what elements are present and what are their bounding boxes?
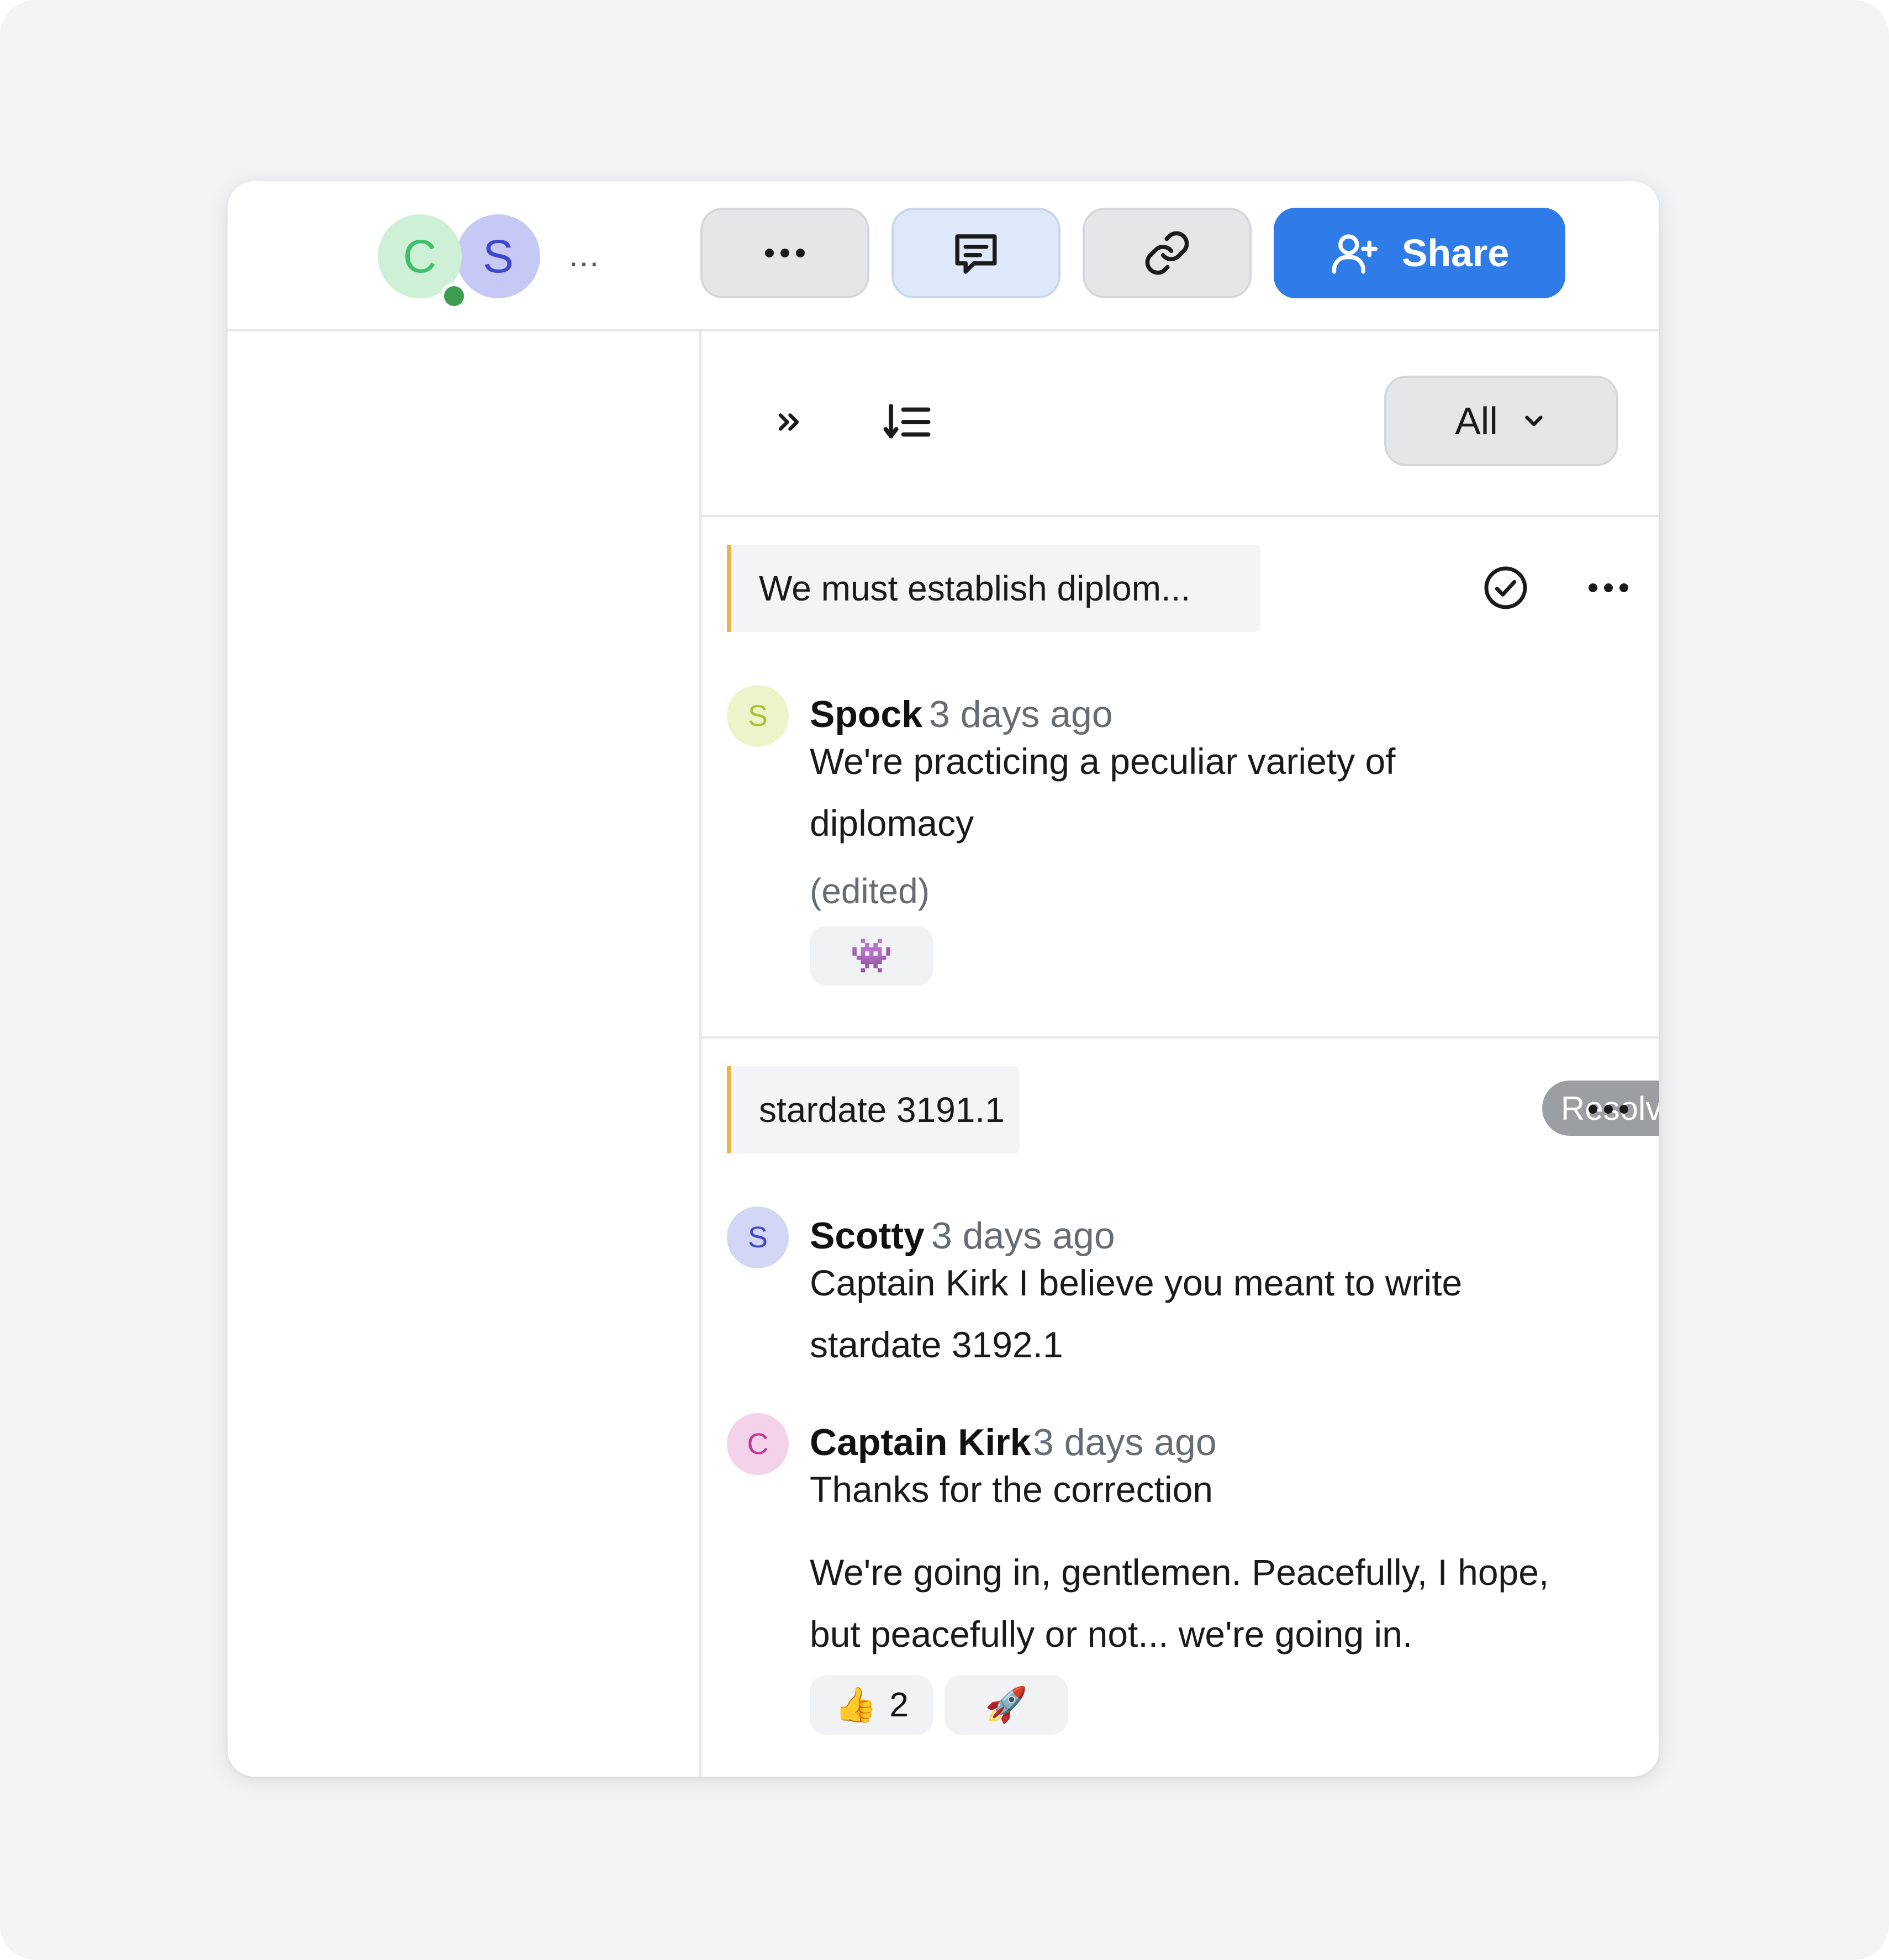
- avatar[interactable]: S: [727, 685, 789, 747]
- avatar[interactable]: C: [727, 1413, 789, 1475]
- double-chevron-right-icon: [778, 413, 799, 431]
- comment: C Captain Kirk 3 days ago Thanks for the…: [727, 1413, 1611, 1756]
- comment-body-line: We're practicing a peculiar variety of: [810, 741, 1396, 782]
- avatar-initial: S: [747, 1221, 768, 1254]
- comment-author[interactable]: Captain Kirk: [810, 1421, 1031, 1464]
- thumbs-up-emoji: 👍: [835, 1685, 878, 1724]
- comment-timestamp: 3 days ago: [1033, 1421, 1217, 1463]
- reaction-count: 2: [889, 1685, 909, 1724]
- thread-menu-button[interactable]: [1575, 555, 1642, 621]
- edited-label: (edited): [810, 871, 930, 911]
- sort-button[interactable]: [874, 389, 940, 455]
- add-user-icon: [1332, 234, 1378, 274]
- avatar-initial: C: [403, 230, 437, 282]
- comment: S Spock 3 days ago We're practicing a pe…: [727, 685, 1611, 994]
- quoted-text[interactable]: stardate 3191.1: [727, 1066, 1020, 1153]
- comments-toolbar: All: [701, 329, 1659, 517]
- check-circle-icon: [1484, 566, 1527, 609]
- thread-menu-button[interactable]: [1575, 1076, 1642, 1142]
- chevron-down-icon: [1525, 415, 1543, 426]
- comment-body-line: Thanks for the correction: [810, 1469, 1213, 1510]
- comment-icon: [955, 234, 997, 274]
- reaction-chip[interactable]: 🚀: [944, 1675, 1068, 1735]
- quoted-text[interactable]: We must establish diplom...: [727, 545, 1260, 632]
- comment-timestamp: 3 days ago: [931, 1215, 1115, 1257]
- collapse-panel-button[interactable]: [756, 389, 822, 455]
- comment-body-line: Captain Kirk I believe you meant to writ…: [810, 1262, 1463, 1303]
- copy-link-button[interactable]: [1083, 208, 1252, 298]
- more-horizontal-icon: [765, 249, 805, 257]
- avatar[interactable]: S: [727, 1206, 789, 1268]
- filter-selected-value: All: [1455, 399, 1498, 442]
- reaction-chip[interactable]: 👍 2: [810, 1675, 933, 1735]
- more-collaborators[interactable]: ...: [569, 239, 613, 272]
- share-button[interactable]: Share: [1274, 208, 1565, 298]
- comment-author[interactable]: Spock: [810, 693, 922, 736]
- comments-button[interactable]: [891, 208, 1060, 298]
- comments-card: C S ... Share All We must establish dipl…: [228, 181, 1659, 1777]
- more-options-button[interactable]: [700, 208, 869, 298]
- resolve-button[interactable]: [1473, 555, 1539, 621]
- comment-filter-select[interactable]: All: [1384, 376, 1618, 466]
- comment-thread: stardate 3191.1 Resolved S Scotty 3 days…: [701, 1039, 1659, 1777]
- comment-body-line: stardate 3192.1: [810, 1324, 1063, 1365]
- alien-monster-emoji: 👾: [850, 936, 893, 975]
- more-horizontal-icon: [1589, 583, 1628, 592]
- comments-panel: All We must establish diplom... S Spock …: [701, 329, 1659, 1777]
- top-bar: C S ... Share: [228, 181, 1659, 331]
- comment: S Scotty 3 days ago Captain Kirk I belie…: [727, 1206, 1611, 1394]
- online-status-indicator: [441, 283, 467, 309]
- comment-body-line: but peacefully or not... we're going in.: [810, 1614, 1413, 1655]
- reaction-chip[interactable]: 👾: [810, 926, 933, 986]
- share-label: Share: [1401, 231, 1510, 275]
- comment-body-line: diplomacy: [810, 803, 974, 844]
- link-icon: [1145, 231, 1189, 275]
- comment-timestamp: 3 days ago: [929, 693, 1113, 735]
- rocket-emoji: 🚀: [985, 1685, 1028, 1724]
- more-horizontal-icon: [1589, 1105, 1628, 1114]
- comment-author[interactable]: Scotty: [810, 1214, 925, 1257]
- comment-body-line: We're going in, gentlemen. Peacefully, I…: [810, 1552, 1549, 1593]
- avatar-initial: S: [747, 699, 768, 733]
- avatar-initial: C: [747, 1427, 769, 1461]
- avatar[interactable]: S: [456, 214, 540, 298]
- comment-thread: We must establish diplom... S Spock 3 da…: [701, 517, 1659, 1039]
- avatar-initial: S: [482, 230, 514, 282]
- sort-descending-icon: [883, 404, 931, 439]
